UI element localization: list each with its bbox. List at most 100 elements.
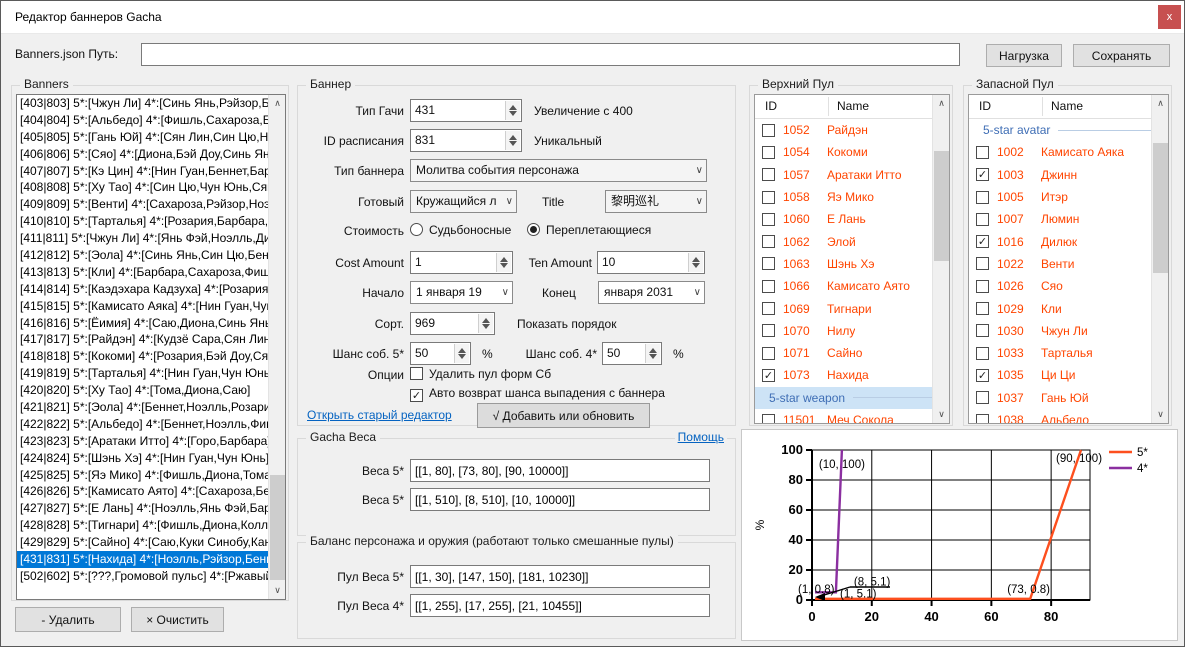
- banner-list-item[interactable]: [424|824] 5*:[Шэнь Хэ] 4*:[Нин Гуан,Чун …: [17, 450, 269, 467]
- unchecked-checkbox[interactable]: [976, 347, 989, 360]
- banner-list-item[interactable]: [404|804] 5*:[Альбедо] 4*:[Фишль,Сахароз…: [17, 112, 269, 129]
- banner-type-select[interactable]: Молитва события персонажа ∨: [410, 159, 707, 182]
- banner-list-item[interactable]: [421|821] 5*:[Эола] 4*:[Беннет,Ноэлль,Ро…: [17, 399, 269, 416]
- prefab-select[interactable]: Кружащийся л ∨: [410, 190, 517, 213]
- banner-list-item[interactable]: [411|811] 5*:[Чжун Ли] 4*:[Янь Фэй,Ноэлл…: [17, 230, 269, 247]
- schedule-id-spinner[interactable]: 831: [410, 129, 522, 152]
- banner-list-item[interactable]: [423|823] 5*:[Аратаки Итто] 4*:[Горо,Бар…: [17, 433, 269, 450]
- option-auto-return-checkbox[interactable]: ✓Авто возврат шанса выпадения с баннера: [410, 386, 665, 402]
- banner-list-item[interactable]: [405|805] 5*:[Гань Юй] 4*:[Сян Лин,Син Ц…: [17, 129, 269, 146]
- scroll-down-icon[interactable]: ∨: [933, 406, 950, 423]
- weights5-input[interactable]: [410, 459, 710, 482]
- pool-row[interactable]: 1070Нилу: [755, 320, 949, 342]
- pool-row[interactable]: ✓1035Ци Ци: [969, 364, 1168, 386]
- pool-row[interactable]: 1071Сайно: [755, 342, 949, 364]
- spinner-arrows-icon[interactable]: [688, 253, 703, 272]
- sort-spinner[interactable]: 969: [410, 312, 495, 335]
- pool-row[interactable]: 1007Люмин: [969, 208, 1168, 230]
- unchecked-checkbox[interactable]: [976, 280, 989, 293]
- scroll-thumb[interactable]: [1153, 143, 1168, 273]
- banner-list-item[interactable]: [427|827] 5*:[Е Лань] 4*:[Ноэлль,Янь Фэй…: [17, 500, 269, 517]
- pool-row[interactable]: 1066Камисато Аято: [755, 275, 949, 297]
- radio-intertwined[interactable]: Переплетающиеся: [527, 223, 651, 239]
- banner-list-item[interactable]: [418|818] 5*:[Кокоми] 4*:[Розария,Бэй До…: [17, 348, 269, 365]
- pool-row[interactable]: 1005Итэр: [969, 186, 1168, 208]
- banner-list-item[interactable]: [420|820] 5*:[Ху Тао] 4*:[Тома,Диона,Саю…: [17, 382, 269, 399]
- checked-checkbox[interactable]: ✓: [976, 168, 989, 181]
- banner-list-item[interactable]: [425|825] 5*:[Яэ Мико] 4*:[Фишль,Диона,Т…: [17, 467, 269, 484]
- scroll-up-icon[interactable]: ∧: [269, 95, 286, 112]
- help-link[interactable]: Помощь: [675, 430, 727, 444]
- save-button[interactable]: Сохранять: [1073, 44, 1170, 67]
- banner-list-item[interactable]: [409|809] 5*:[Венти] 4*:[Сахароза,Рэйзор…: [17, 196, 269, 213]
- unchecked-checkbox[interactable]: [976, 302, 989, 315]
- unchecked-checkbox[interactable]: [976, 324, 989, 337]
- scroll-thumb[interactable]: [270, 475, 285, 580]
- banner-list-item[interactable]: [414|814] 5*:[Каэдэхара Кадзуха] 4*:[Роз…: [17, 281, 269, 298]
- unchecked-checkbox[interactable]: [976, 146, 989, 159]
- pool-row[interactable]: 11501Меч Сокола: [755, 409, 949, 424]
- spinner-arrows-icon[interactable]: [505, 131, 520, 150]
- pool-row[interactable]: 1062Элой: [755, 230, 949, 252]
- unchecked-checkbox[interactable]: [762, 347, 775, 360]
- banner-list-item[interactable]: [426|826] 5*:[Камисато Аято] 4*:[Сахароз…: [17, 483, 269, 500]
- unchecked-checkbox[interactable]: [976, 414, 989, 425]
- banner-list-item[interactable]: [502|602] 5*:[???,Громовой пульс] 4*:[Рж…: [17, 568, 269, 585]
- unchecked-checkbox[interactable]: [762, 302, 775, 315]
- pool-scrollbar[interactable]: ∧∨: [1151, 95, 1168, 423]
- pool-row[interactable]: 1038Альбедо: [969, 409, 1168, 424]
- delete-banner-button[interactable]: - Удалить: [15, 607, 121, 632]
- pool-row[interactable]: 1054Кокоми: [755, 141, 949, 163]
- pool-row[interactable]: 1058Яэ Мико: [755, 186, 949, 208]
- banner-list-item[interactable]: [406|806] 5*:[Сяо] 4*:[Диона,Бэй Доу,Син…: [17, 146, 269, 163]
- unchecked-checkbox[interactable]: [762, 124, 775, 137]
- load-button[interactable]: Нагрузка: [986, 44, 1062, 67]
- pool-row[interactable]: 1033Тарталья: [969, 342, 1168, 364]
- pool-row[interactable]: 1029Кли: [969, 297, 1168, 319]
- banner-list-item[interactable]: [408|808] 5*:[Ху Тао] 4*:[Син Цю,Чун Юнь…: [17, 179, 269, 196]
- banner-list-item[interactable]: [419|819] 5*:[Тарталья] 4*:[Нин Гуан,Чун…: [17, 365, 269, 382]
- close-button[interactable]: x: [1158, 5, 1181, 29]
- pool-row[interactable]: 1037Гань Юй: [969, 387, 1168, 409]
- unchecked-checkbox[interactable]: [762, 213, 775, 226]
- banner-list-item[interactable]: [403|803] 5*:[Чжун Ли] 4*:[Синь Янь,Рэйз…: [17, 95, 269, 112]
- end-date-select[interactable]: января 2031 ∨: [598, 281, 705, 304]
- scroll-down-icon[interactable]: ∨: [269, 582, 286, 599]
- unchecked-checkbox[interactable]: [762, 414, 775, 425]
- pool-row[interactable]: ✓1003Джинн: [969, 164, 1168, 186]
- unchecked-checkbox[interactable]: [762, 146, 775, 159]
- banner-list-item[interactable]: [422|822] 5*:[Альбедо] 4*:[Беннет,Ноэлль…: [17, 416, 269, 433]
- path-input[interactable]: [141, 43, 960, 66]
- spinner-arrows-icon[interactable]: [645, 344, 660, 363]
- pool-weights4-input[interactable]: [410, 594, 710, 617]
- pool-scrollbar[interactable]: ∧∨: [932, 95, 949, 423]
- scroll-up-icon[interactable]: ∧: [1152, 95, 1169, 112]
- unchecked-checkbox[interactable]: [762, 235, 775, 248]
- checked-checkbox[interactable]: ✓: [762, 369, 775, 382]
- banner-list-item[interactable]: [417|817] 5*:[Райдэн] 4*:[Кудзё Сара,Сян…: [17, 331, 269, 348]
- banners-scrollbar[interactable]: ∧ ∨: [268, 95, 285, 599]
- cost-amount-spinner[interactable]: 1: [410, 251, 513, 274]
- banner-list-item[interactable]: [429|829] 5*:[Сайно] 4*:[Саю,Куки Синобу…: [17, 534, 269, 551]
- pool-row[interactable]: 1026Сяо: [969, 275, 1168, 297]
- chance4-spinner[interactable]: 50: [602, 342, 662, 365]
- pool-row[interactable]: 1030Чжун Ли: [969, 320, 1168, 342]
- pool-row[interactable]: 1002Камисато Аяка: [969, 141, 1168, 163]
- radio-fate[interactable]: Судьбоносные: [410, 223, 511, 239]
- pool-row[interactable]: ✓1073Нахида: [755, 364, 949, 386]
- pool-weights5-input[interactable]: [410, 565, 710, 588]
- scroll-up-icon[interactable]: ∧: [933, 95, 950, 112]
- open-old-editor-link[interactable]: Открыть старый редактор: [307, 408, 452, 422]
- option-remove-pool-checkbox[interactable]: Удалить пул форм Сб: [410, 367, 551, 383]
- clear-banners-button[interactable]: × Очистить: [131, 607, 224, 632]
- banner-list-item[interactable]: [412|812] 5*:[Эола] 4*:[Синь Янь,Син Цю,…: [17, 247, 269, 264]
- gacha-type-spinner[interactable]: 431: [410, 99, 522, 122]
- pool-row[interactable]: 1060Е Лань: [755, 208, 949, 230]
- unchecked-checkbox[interactable]: [762, 324, 775, 337]
- spinner-arrows-icon[interactable]: [496, 253, 511, 272]
- weights5b-input[interactable]: [410, 488, 710, 511]
- banner-list-item[interactable]: [416|816] 5*:[Ёимия] 4*:[Саю,Диона,Синь …: [17, 315, 269, 332]
- banner-list-item[interactable]: [431|831] 5*:[Нахида] 4*:[Ноэлль,Рэйзор,…: [17, 551, 269, 568]
- unchecked-checkbox[interactable]: [976, 257, 989, 270]
- pool-row[interactable]: 1069Тигнари: [755, 297, 949, 319]
